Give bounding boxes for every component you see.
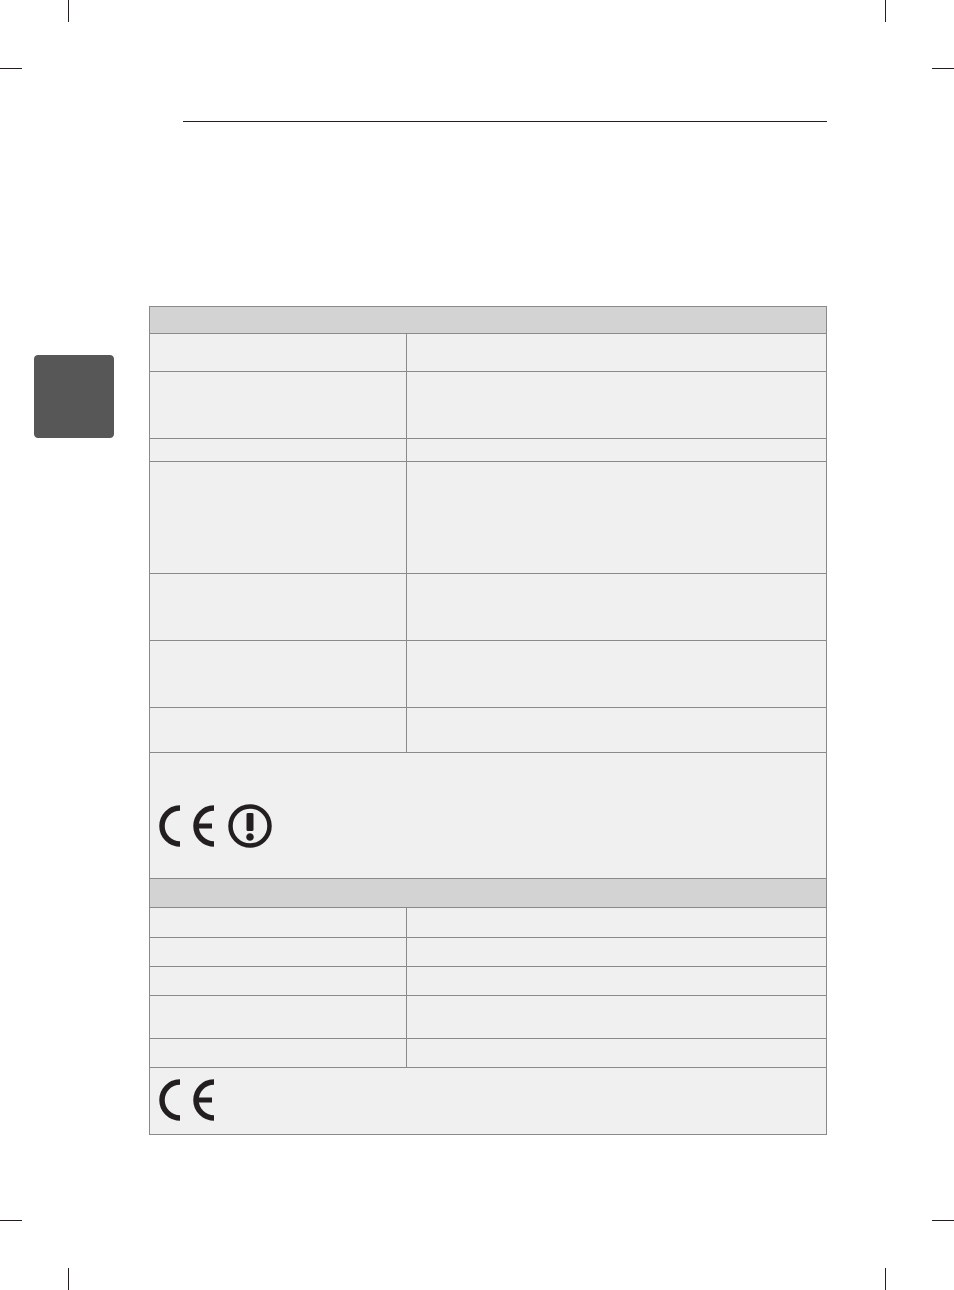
crop-mark xyxy=(885,1268,886,1290)
row-label xyxy=(150,334,407,371)
conformity-marks-box xyxy=(149,1068,827,1135)
ce-mark-icon xyxy=(159,805,215,847)
row-label xyxy=(150,439,407,461)
crop-mark xyxy=(0,68,22,69)
table-row xyxy=(149,439,827,462)
table-row xyxy=(149,996,827,1039)
row-value xyxy=(407,938,826,966)
conformity-marks-box xyxy=(149,753,827,879)
table-row xyxy=(149,334,827,372)
ce-mark-icon xyxy=(159,1079,215,1121)
row-label xyxy=(150,938,407,966)
section-header xyxy=(149,306,827,334)
row-value xyxy=(407,462,826,573)
row-value xyxy=(407,641,826,707)
row-value xyxy=(407,439,826,461)
section-header xyxy=(149,879,827,908)
row-value xyxy=(407,908,826,937)
crop-mark xyxy=(885,0,886,22)
crop-mark xyxy=(0,1220,22,1221)
spec-table xyxy=(149,306,827,1135)
crop-mark xyxy=(932,68,954,69)
alert-class-2-icon xyxy=(228,804,272,848)
table-row xyxy=(149,641,827,708)
row-label xyxy=(150,641,407,707)
chapter-tab xyxy=(34,355,114,438)
row-value xyxy=(407,372,826,438)
row-label xyxy=(150,708,407,752)
row-label xyxy=(150,908,407,937)
row-value xyxy=(407,334,826,371)
row-value xyxy=(407,574,826,640)
table-row xyxy=(149,967,827,996)
table-row xyxy=(149,574,827,641)
row-label xyxy=(150,574,407,640)
header-rule xyxy=(183,121,827,122)
crop-mark xyxy=(68,1268,69,1290)
table-row xyxy=(149,708,827,753)
table-row xyxy=(149,938,827,967)
row-label xyxy=(150,1039,407,1067)
row-value xyxy=(407,708,826,752)
row-label xyxy=(150,996,407,1038)
row-value xyxy=(407,1039,826,1067)
row-label xyxy=(150,967,407,995)
row-value xyxy=(407,996,826,1038)
row-value xyxy=(407,967,826,995)
table-row xyxy=(149,1039,827,1068)
crop-mark xyxy=(932,1220,954,1221)
table-row xyxy=(149,462,827,574)
crop-mark xyxy=(68,0,69,22)
row-label xyxy=(150,372,407,438)
row-label xyxy=(150,462,407,573)
table-row xyxy=(149,908,827,938)
table-row xyxy=(149,372,827,439)
